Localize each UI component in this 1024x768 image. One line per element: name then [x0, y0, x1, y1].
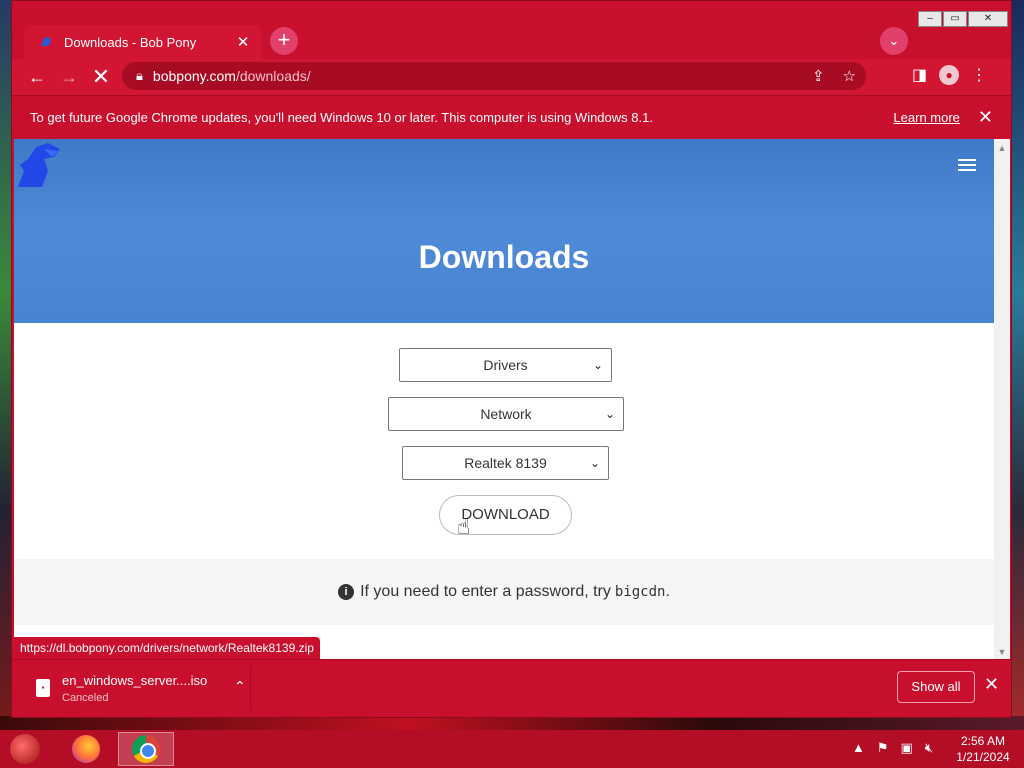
- download-bar: ▪ en_windows_server....iso Canceled ⌃ Sh…: [12, 659, 1011, 717]
- update-infobar: To get future Google Chrome updates, you…: [12, 95, 1011, 139]
- maximize-button[interactable]: ▭: [943, 11, 967, 27]
- password-notice: i If you need to enter a password, try b…: [14, 559, 994, 625]
- toolbar: ← → ✕ 🔒︎ bobpony.com /downloads/ ⇪ ☆ ◨ ●…: [12, 59, 1011, 95]
- close-window-button[interactable]: ✕: [968, 11, 1008, 27]
- firefox-taskbar-button[interactable]: [58, 732, 114, 766]
- firefox-icon: [72, 735, 100, 763]
- hero-banner: Downloads: [14, 139, 994, 323]
- infobar-message: To get future Google Chrome updates, you…: [30, 110, 653, 125]
- subcategory-select-value: Network: [480, 406, 532, 422]
- more-vert-icon[interactable]: ⋮: [971, 65, 987, 85]
- url-host: bobpony.com: [152, 68, 236, 84]
- hand-cursor-icon: ☝︎: [457, 514, 471, 539]
- forward-icon[interactable]: →: [54, 62, 84, 92]
- favicon-icon: [41, 37, 51, 46]
- menu-icon[interactable]: [958, 159, 976, 173]
- new-tab-button[interactable]: +: [270, 27, 298, 55]
- clock-date: 1/21/2024: [956, 750, 1010, 764]
- scrollbar[interactable]: ▲ ▼: [994, 139, 1010, 659]
- star-icon[interactable]: ☆: [843, 67, 856, 85]
- chrome-icon: [132, 735, 160, 763]
- lock-icon[interactable]: 🔒︎: [136, 68, 143, 84]
- taskbar: ▲ ⚑ ▣ 🔇︎ 2:56 AM 1/21/2024: [0, 730, 1024, 768]
- chevron-up-icon[interactable]: ⌃: [234, 678, 246, 695]
- clock[interactable]: 2:56 AM 1/21/2024: [950, 733, 1016, 765]
- notice-text: If you need to enter a password, try: [360, 583, 611, 600]
- profile-icon[interactable]: ●: [939, 65, 960, 85]
- download-item[interactable]: ▪ en_windows_server....iso Canceled ⌃: [26, 668, 250, 708]
- download-bar-close-icon[interactable]: ✕: [984, 674, 999, 695]
- notice-code: bigcdn: [614, 584, 666, 600]
- tab-title: Downloads - Bob Pony: [64, 34, 197, 50]
- url-path: /downloads/: [235, 68, 311, 84]
- learn-more-link[interactable]: Learn more: [893, 110, 959, 125]
- status-url: https://dl.bobpony.com/drivers/network/R…: [14, 637, 320, 659]
- back-icon[interactable]: ←: [22, 62, 52, 92]
- title-bar: Downloads - Bob Pony ✕ + ⌄ – ▭ ✕: [12, 1, 1011, 59]
- category-select-value: Drivers: [483, 357, 528, 373]
- stop-icon[interactable]: ✕: [86, 62, 116, 92]
- scroll-down-icon[interactable]: ▼: [994, 647, 1010, 657]
- info-icon: i: [338, 584, 355, 600]
- network-icon[interactable]: ▣: [901, 740, 913, 756]
- tab-search-button[interactable]: ⌄: [880, 27, 908, 55]
- divider: [250, 666, 251, 710]
- start-button[interactable]: [10, 734, 40, 764]
- chrome-taskbar-button[interactable]: [118, 732, 174, 766]
- category-select[interactable]: Drivers ⌄: [399, 348, 612, 382]
- item-select-value: Realtek 8139: [464, 455, 547, 471]
- desktop-background: [1010, 0, 1024, 730]
- download-file-name: en_windows_server....iso: [62, 672, 208, 688]
- volume-muted-icon[interactable]: 🔇︎: [925, 740, 933, 756]
- share-icon[interactable]: ⇪: [812, 67, 825, 85]
- bobpony-logo[interactable]: [14, 141, 66, 193]
- show-hidden-icons-icon[interactable]: ▲: [852, 740, 865, 756]
- scroll-up-icon[interactable]: ▲: [994, 143, 1010, 153]
- show-all-button[interactable]: Show all: [897, 671, 975, 703]
- desktop-background: [0, 716, 1024, 730]
- notice-end: .: [665, 583, 670, 600]
- file-icon: ▪: [36, 679, 50, 697]
- side-panel-icon[interactable]: ◨: [912, 65, 927, 85]
- download-status: Canceled: [62, 691, 109, 704]
- address-bar[interactable]: 🔒︎ bobpony.com /downloads/ ⇪ ☆: [122, 62, 866, 90]
- minimize-button[interactable]: –: [918, 11, 942, 27]
- chevron-down-icon: ⌄: [604, 407, 615, 421]
- chevron-down-icon: ⌄: [592, 358, 603, 372]
- tab-close-icon[interactable]: ✕: [234, 33, 252, 51]
- page-title: Downloads: [418, 239, 590, 275]
- item-select[interactable]: Realtek 8139 ⌄: [402, 446, 609, 480]
- clock-time: 2:56 AM: [960, 734, 1006, 748]
- chevron-down-icon: ⌄: [589, 456, 600, 470]
- system-tray: ▲ ⚑ ▣ 🔇︎: [852, 740, 933, 756]
- page-viewport: Downloads Drivers ⌄ Network ⌄ Realtek 81…: [14, 139, 1010, 659]
- browser-window: Downloads - Bob Pony ✕ + ⌄ – ▭ ✕ ← → ✕ 🔒…: [11, 0, 1012, 718]
- action-center-flag-icon[interactable]: ⚑: [877, 740, 889, 756]
- subcategory-select[interactable]: Network ⌄: [388, 397, 624, 431]
- tab-downloads[interactable]: Downloads - Bob Pony ✕: [24, 25, 262, 59]
- infobar-close-icon[interactable]: ✕: [978, 107, 993, 128]
